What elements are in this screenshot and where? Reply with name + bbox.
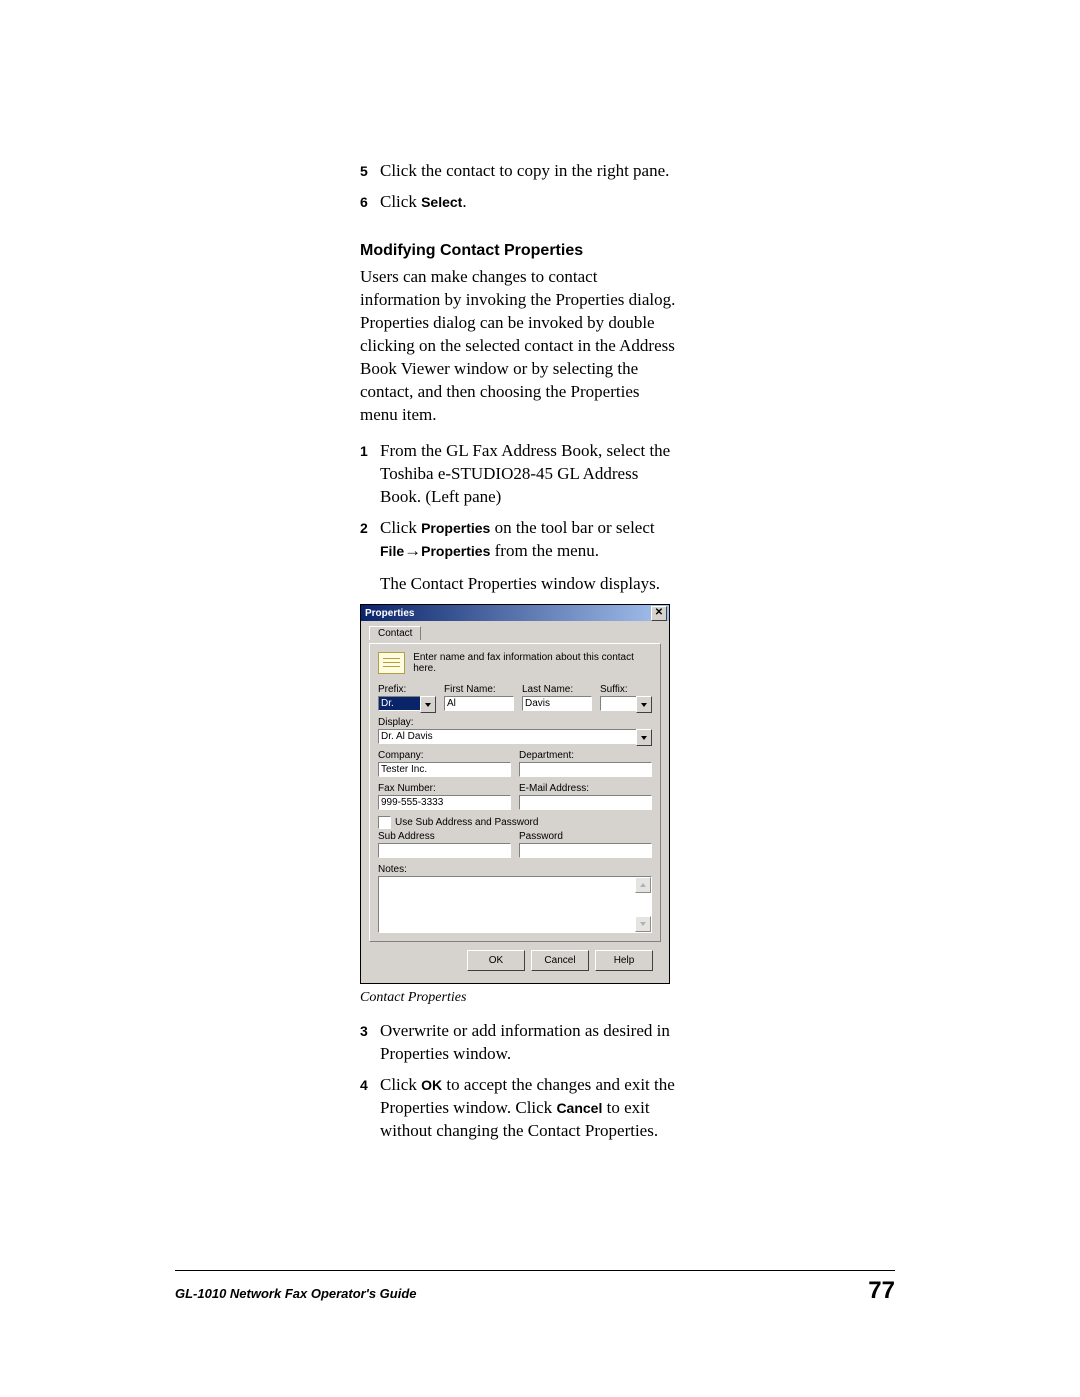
step-number: 2: [360, 517, 380, 596]
use-sub-checkbox[interactable]: Use Sub Address and Password: [378, 816, 652, 829]
tab-page: Enter name and fax information about thi…: [369, 643, 661, 942]
step-number: 1: [360, 440, 380, 509]
dialog-title: Properties: [365, 608, 414, 619]
step-number: 5: [360, 160, 380, 183]
cancel-button[interactable]: Cancel: [531, 950, 589, 971]
step-1: 1 From the GL Fax Address Book, select t…: [360, 440, 680, 509]
step-text: From the GL Fax Address Book, select the…: [380, 440, 680, 509]
tab-strip: Contact: [369, 625, 661, 639]
ok-button[interactable]: OK: [467, 950, 525, 971]
footer-title: GL-1010 Network Fax Operator's Guide: [175, 1286, 417, 1301]
step-text: Click Properties on the tool bar or sele…: [380, 517, 680, 596]
step-5: 5 Click the contact to copy in the right…: [360, 160, 680, 183]
first-name-input[interactable]: Al: [444, 696, 514, 711]
fax-input[interactable]: 999-555-3333: [378, 795, 511, 810]
suffix-label: Suffix:: [600, 684, 652, 695]
step-text: Click Select.: [380, 191, 680, 214]
prefix-label: Prefix:: [378, 684, 436, 695]
scroll-up-icon[interactable]: [635, 877, 651, 893]
step-6: 6 Click Select.: [360, 191, 680, 214]
chevron-down-icon[interactable]: [636, 696, 652, 713]
prefix-combo[interactable]: Dr.: [378, 696, 436, 711]
display-combo[interactable]: Dr. Al Davis: [378, 729, 652, 744]
page-number: 77: [868, 1277, 895, 1305]
scroll-down-icon[interactable]: [635, 916, 651, 932]
step-text: Click the contact to copy in the right p…: [380, 160, 680, 183]
page-content: 5 Click the contact to copy in the right…: [175, 160, 895, 1151]
intro-paragraph: Users can make changes to contact inform…: [360, 266, 680, 427]
email-input[interactable]: [519, 795, 652, 810]
department-input[interactable]: [519, 762, 652, 777]
step-2: 2 Click Properties on the tool bar or se…: [360, 517, 680, 596]
step-text: Overwrite or add information as desired …: [380, 1020, 680, 1066]
figure-caption: Contact Properties: [360, 990, 895, 1006]
notes-label: Notes:: [378, 864, 652, 875]
first-name-label: First Name:: [444, 684, 514, 695]
sub-address-label: Sub Address: [378, 831, 511, 842]
hint-text: Enter name and fax information about thi…: [413, 652, 652, 674]
chevron-down-icon[interactable]: [420, 696, 436, 713]
tab-contact[interactable]: Contact: [369, 626, 421, 640]
section-heading: Modifying Contact Properties: [360, 242, 895, 260]
step-4: 4 Click OK to accept the changes and exi…: [360, 1074, 680, 1143]
help-button[interactable]: Help: [595, 950, 653, 971]
checkbox-icon: [378, 816, 391, 829]
step-3: 3 Overwrite or add information as desire…: [360, 1020, 680, 1066]
last-name-label: Last Name:: [522, 684, 592, 695]
close-icon[interactable]: ✕: [651, 606, 667, 621]
department-label: Department:: [519, 750, 652, 761]
company-label: Company:: [378, 750, 511, 761]
step-text: Click OK to accept the changes and exit …: [380, 1074, 680, 1143]
notes-textarea[interactable]: [378, 876, 652, 933]
password-input[interactable]: [519, 843, 652, 858]
step-number: 3: [360, 1020, 380, 1066]
titlebar: Properties ✕: [361, 605, 669, 621]
chevron-down-icon[interactable]: [636, 729, 652, 746]
properties-dialog: Properties ✕ Contact Enter name and fax …: [360, 604, 670, 984]
step-number: 4: [360, 1074, 380, 1143]
last-name-input[interactable]: Davis: [522, 696, 592, 711]
password-label: Password: [519, 831, 652, 842]
display-label: Display:: [378, 717, 652, 728]
step-number: 6: [360, 191, 380, 214]
page-footer: GL-1010 Network Fax Operator's Guide 77: [175, 1270, 895, 1305]
email-label: E-Mail Address:: [519, 783, 652, 794]
sub-address-input[interactable]: [378, 843, 511, 858]
company-input[interactable]: Tester Inc.: [378, 762, 511, 777]
fax-label: Fax Number:: [378, 783, 511, 794]
suffix-combo[interactable]: [600, 696, 652, 711]
card-icon: [378, 652, 405, 674]
